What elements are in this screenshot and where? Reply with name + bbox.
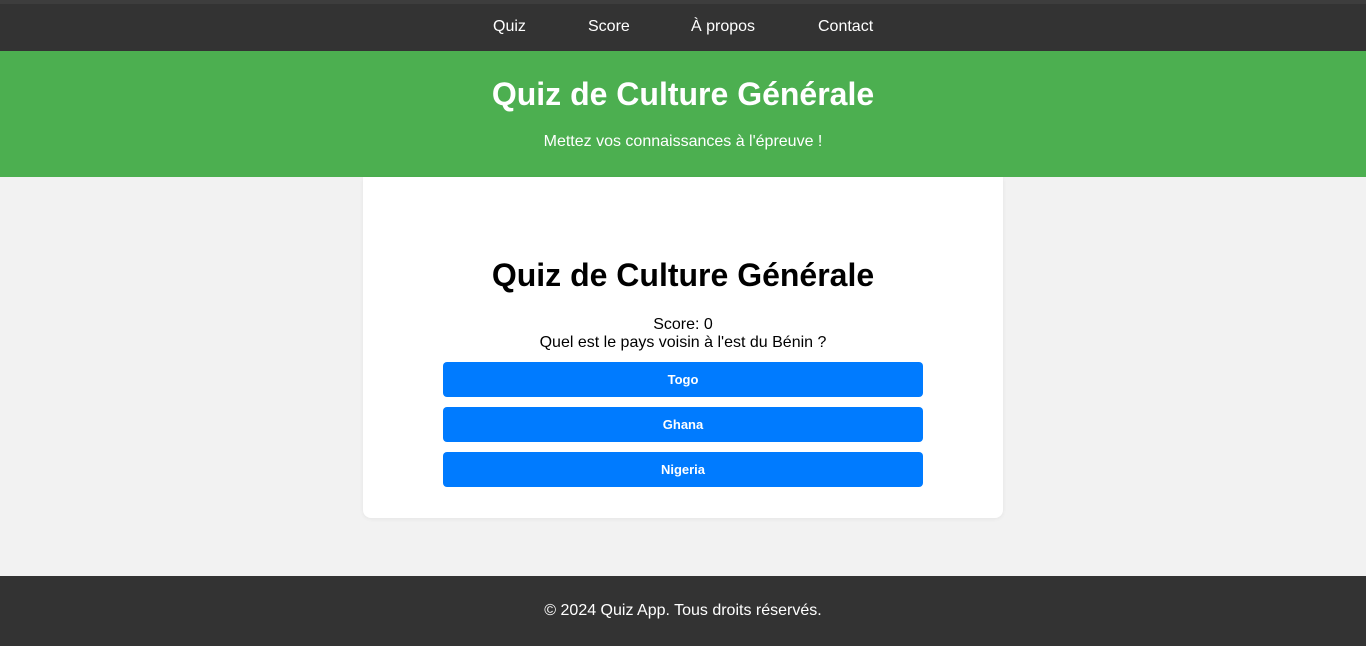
quiz-card: Quiz de Culture Générale Score: 0 Quel e… [363, 177, 1003, 518]
nav-link-score[interactable]: Score [588, 18, 630, 36]
answer-button-ghana[interactable]: Ghana [443, 407, 923, 442]
footer-copyright: © 2024 Quiz App. Tous droits réservés. [544, 602, 822, 619]
quiz-title: Quiz de Culture Générale [491, 257, 875, 293]
score-display: Score: 0 [653, 316, 713, 333]
top-navigation: Quiz Score À propos Contact [0, 0, 1366, 51]
nav-link-about[interactable]: À propos [691, 18, 755, 36]
site-subtitle: Mettez vos connaissances à l'épreuve ! [543, 133, 823, 150]
answer-button-togo[interactable]: Togo [443, 362, 923, 397]
nav-link-contact[interactable]: Contact [818, 18, 873, 36]
page-footer: © 2024 Quiz App. Tous droits réservés. [0, 576, 1366, 646]
question-text: Quel est le pays voisin à l'est du Bénin… [539, 334, 827, 351]
answer-button-nigeria[interactable]: Nigeria [443, 452, 923, 487]
nav-link-quiz[interactable]: Quiz [493, 18, 526, 36]
hero-banner: Quiz de Culture Générale Mettez vos conn… [0, 51, 1366, 177]
site-title: Quiz de Culture Générale [491, 76, 875, 112]
